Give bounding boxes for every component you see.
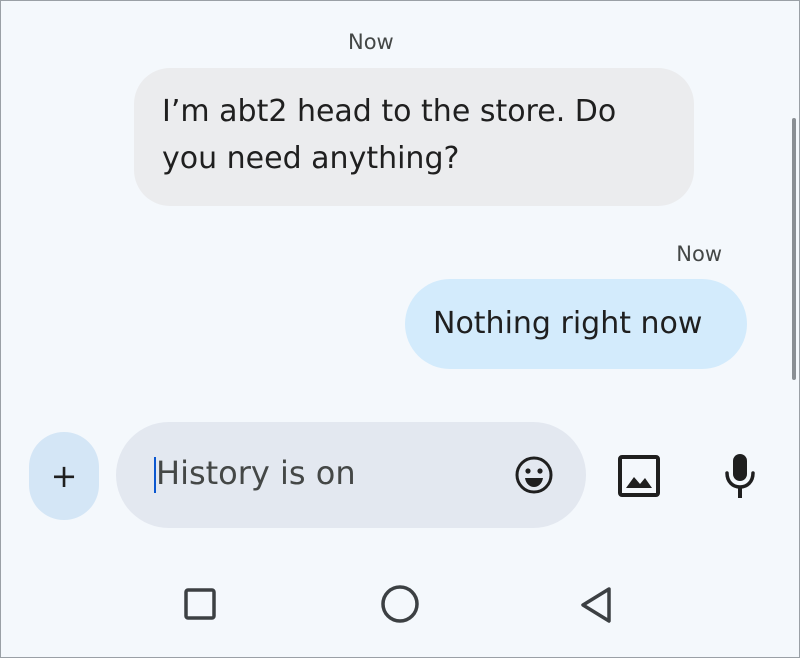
message-timestamp: Now — [348, 30, 394, 54]
plus-icon: + — [50, 457, 78, 495]
emoji-icon[interactable] — [514, 455, 554, 495]
message-input-placeholder: History is on — [156, 454, 356, 492]
gallery-icon[interactable] — [617, 454, 661, 498]
incoming-message-bubble[interactable]: I’m abt2 head to the store. Do you need … — [134, 68, 694, 206]
add-attachment-button[interactable]: + — [29, 432, 99, 520]
back-icon[interactable] — [578, 586, 614, 624]
message-text-line: you need anything? — [162, 141, 460, 176]
message-text-line: I’m abt2 head to the store. Do — [162, 94, 617, 129]
message-input[interactable]: History is on — [116, 422, 586, 528]
message-timestamp: Now — [676, 242, 722, 266]
scrollbar[interactable] — [792, 118, 796, 380]
outgoing-message-bubble[interactable]: Nothing right now — [405, 279, 747, 369]
home-icon[interactable] — [380, 584, 420, 624]
microphone-icon[interactable] — [722, 452, 758, 500]
recents-icon[interactable] — [184, 588, 216, 620]
message-text: Nothing right now — [433, 306, 703, 341]
